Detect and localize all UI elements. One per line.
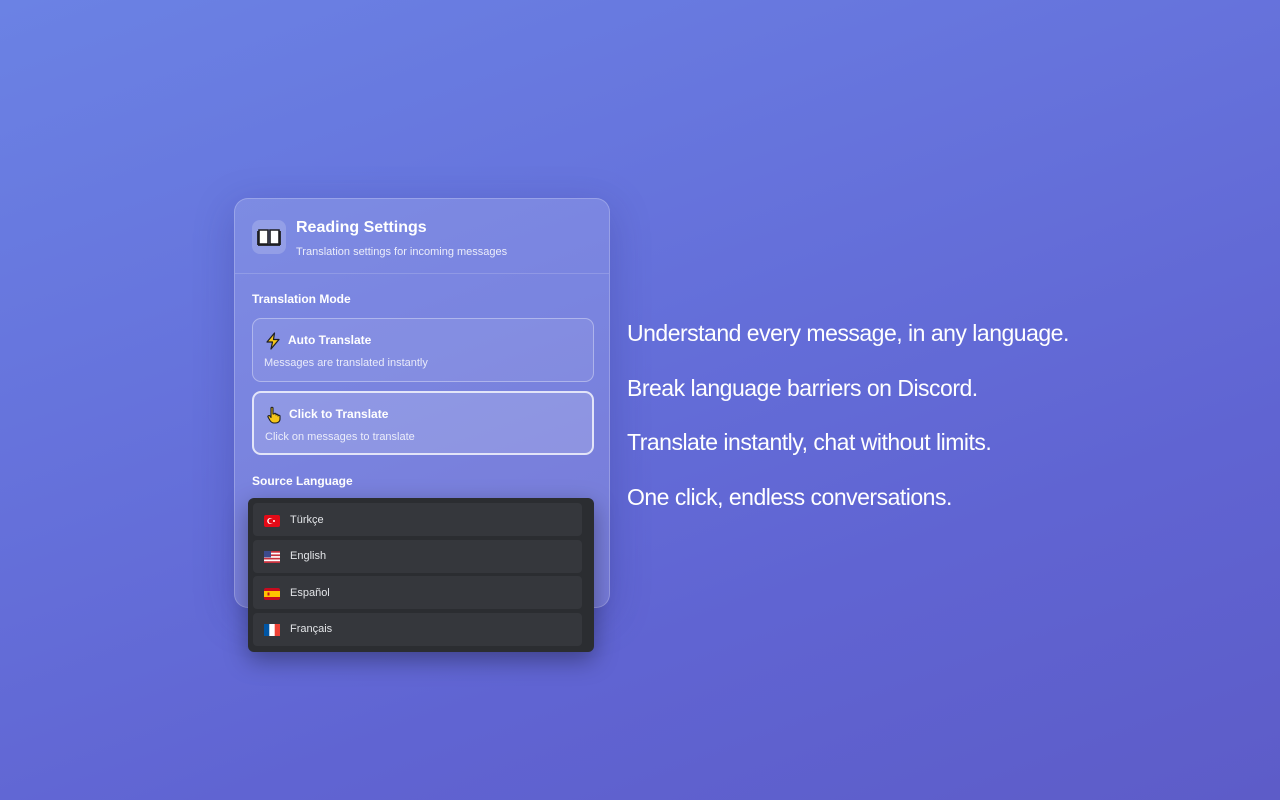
auto-translate-title: Auto Translate [288, 333, 372, 347]
click-to-translate-title: Click to Translate [289, 407, 389, 421]
panel-subtitle: Translation settings for incoming messag… [296, 246, 508, 258]
source-language-dropdown: Türkçe English Español Français [248, 498, 594, 652]
language-label: English [290, 550, 327, 562]
language-label: Français [290, 623, 333, 635]
auto-translate-description: Messages are translated instantly [264, 357, 428, 369]
spain-flag-icon [264, 587, 280, 600]
language-option-turkish[interactable]: Türkçe [253, 503, 582, 536]
book-icon [252, 220, 286, 254]
language-option-english[interactable]: English [253, 539, 582, 573]
language-label: Türkçe [290, 513, 324, 526]
language-option-french[interactable]: Français [253, 612, 582, 646]
panel-header: Reading Settings Translation settings fo… [235, 199, 609, 274]
source-language-label: Source Language [252, 474, 353, 488]
tagline-3: Translate instantly, chat without limits… [627, 429, 992, 455]
language-option-spanish[interactable]: Español [253, 576, 582, 609]
tagline-4: One click, endless conversations. [627, 484, 952, 510]
pointing-hand-icon [265, 406, 283, 424]
tagline-2: Break language barriers on Discord. [627, 375, 978, 401]
auto-translate-option[interactable]: Auto Translate Messages are translated i… [252, 318, 594, 382]
turkey-flag-icon [264, 514, 280, 527]
panel-title: Reading Settings [296, 219, 427, 236]
lightning-icon [264, 332, 282, 350]
tagline-1: Understand every message, in any languag… [627, 320, 1069, 346]
translation-mode-label: Translation Mode [252, 292, 351, 306]
france-flag-icon [264, 623, 280, 636]
language-label: Español [290, 586, 330, 599]
click-to-translate-description: Click on messages to translate [265, 431, 415, 443]
click-to-translate-option[interactable]: Click to Translate Click on messages to … [252, 391, 594, 455]
usa-flag-icon [264, 550, 280, 563]
